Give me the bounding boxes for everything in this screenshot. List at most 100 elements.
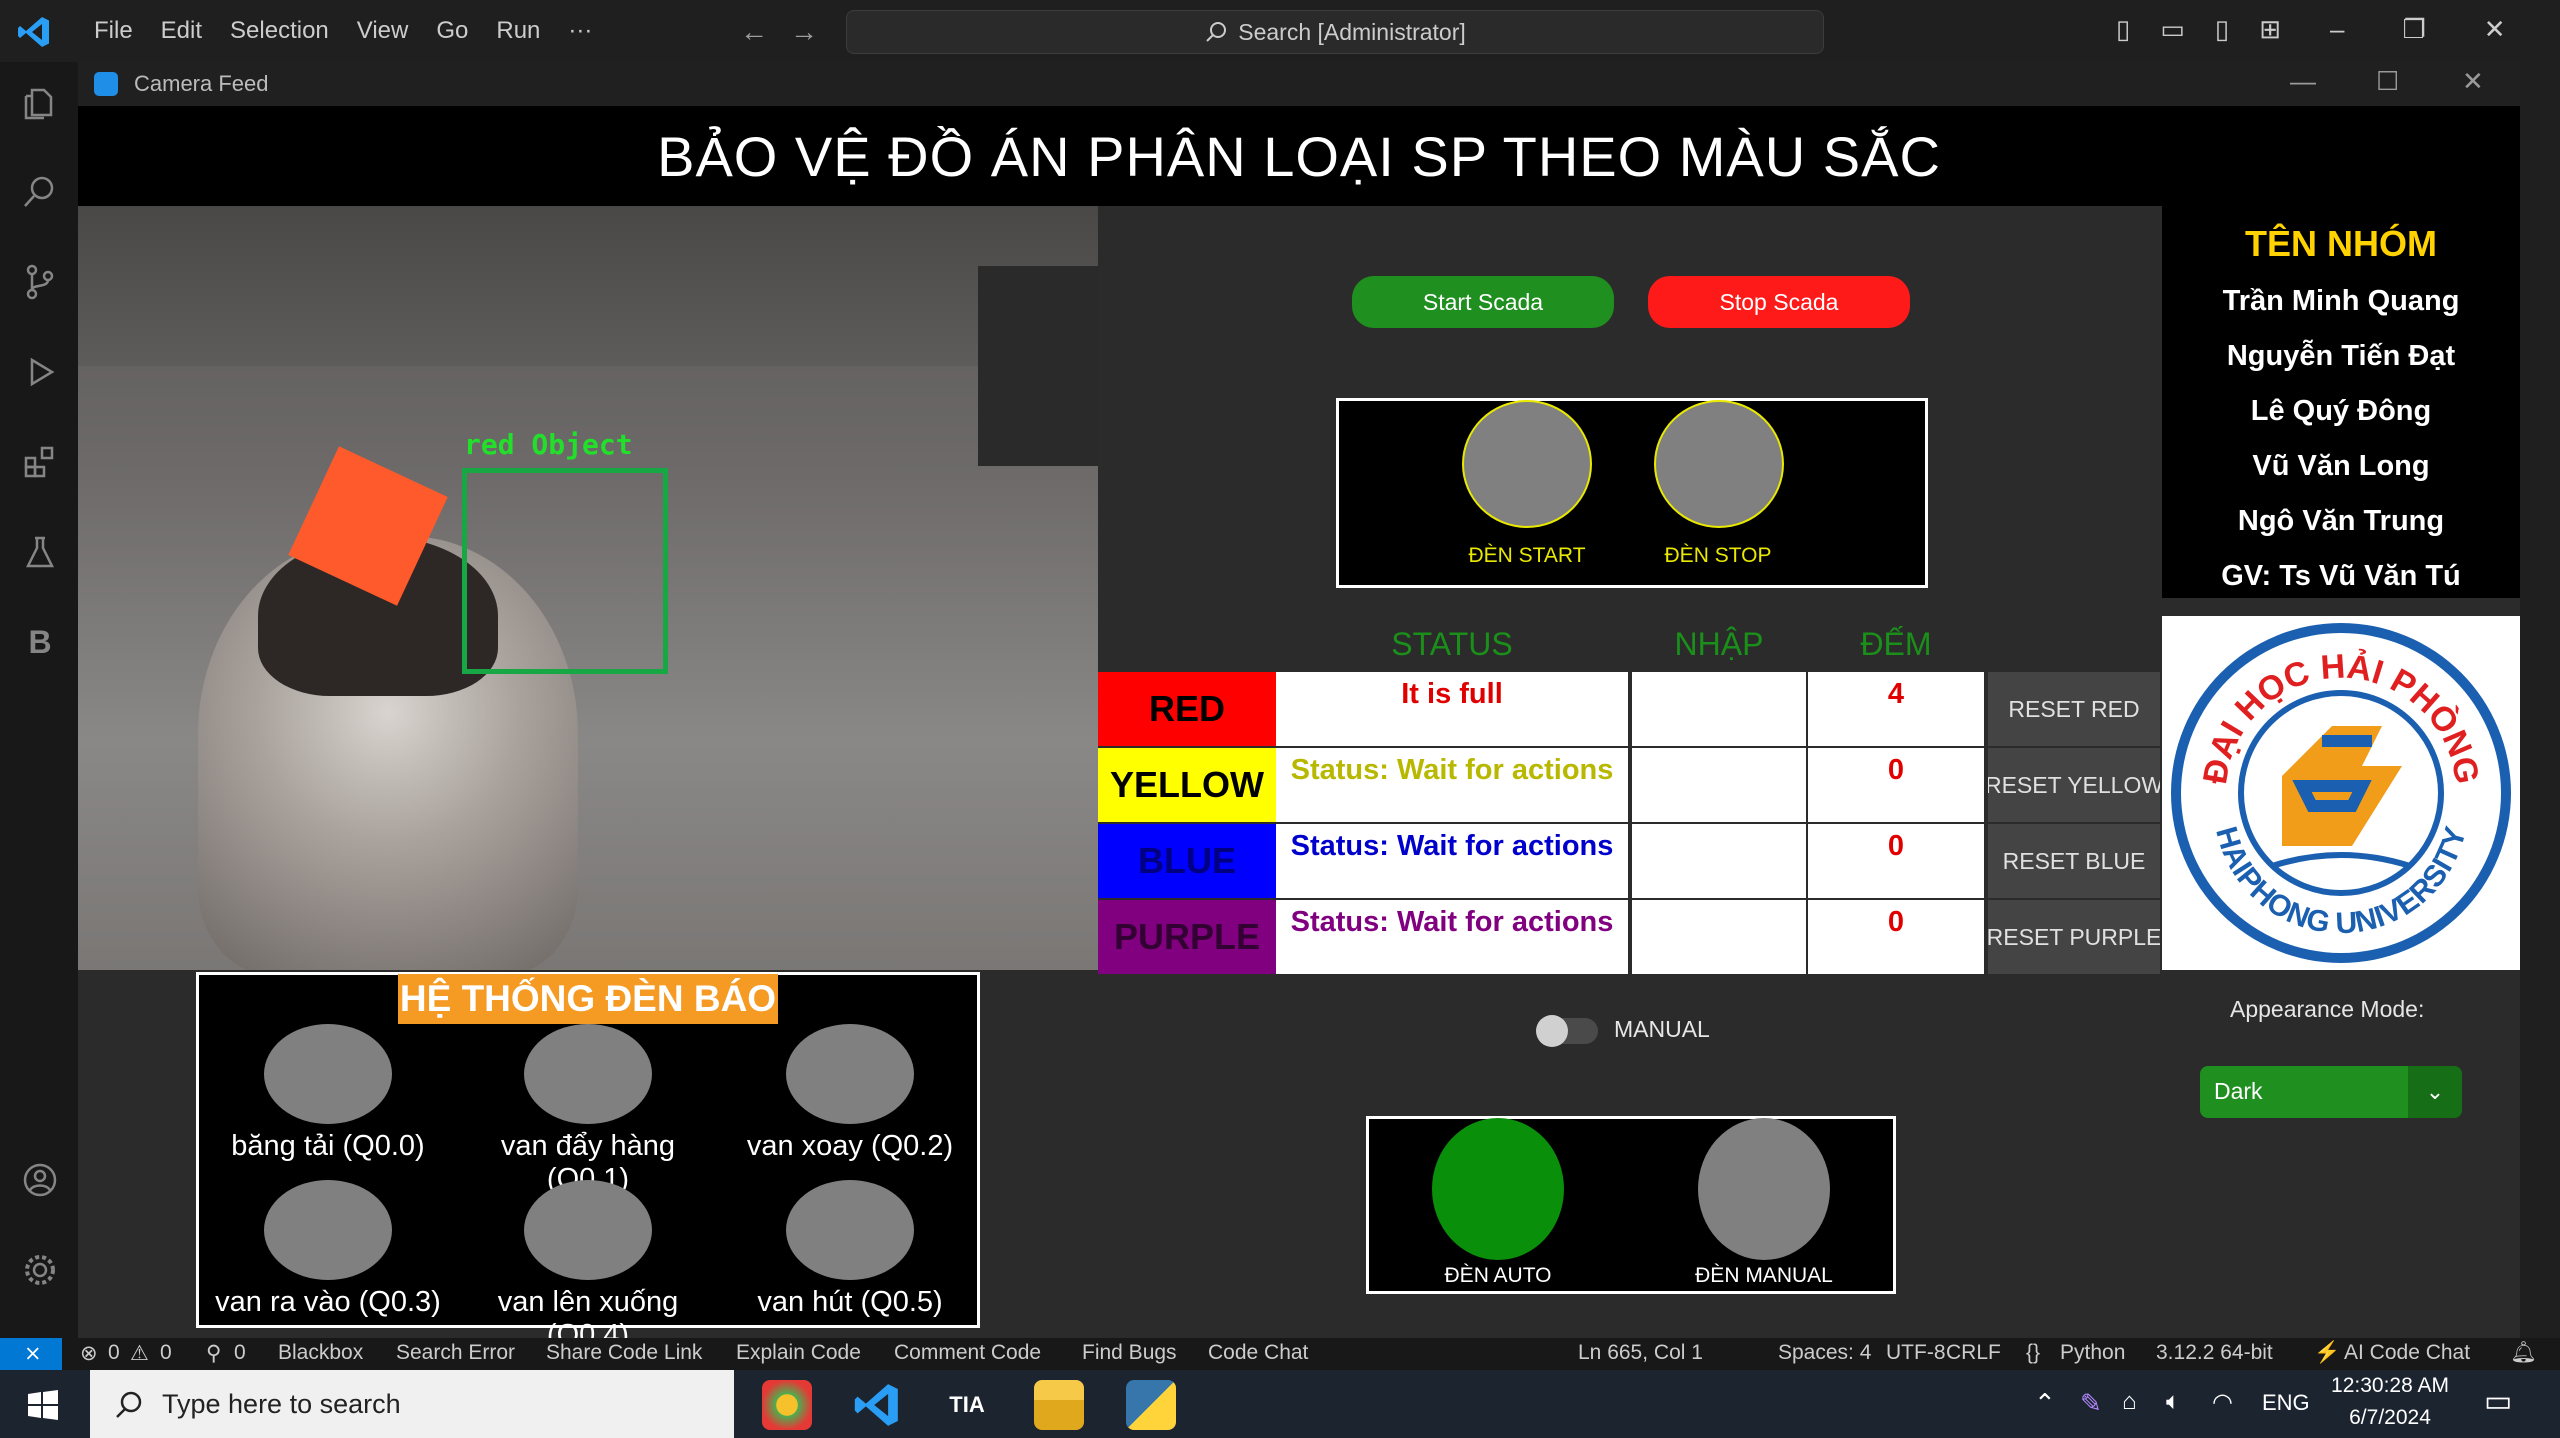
file-explorer-app-icon[interactable] [1034, 1380, 1084, 1430]
customize-layout-icon[interactable]: ⊞ [2259, 14, 2281, 45]
row-color-purple: PURPLE [1098, 900, 1276, 974]
reset-yellow-button[interactable]: RESET YELLOW [1988, 748, 2160, 822]
menu-selection[interactable]: Selection [216, 17, 343, 45]
vscode-app-icon[interactable] [852, 1380, 902, 1430]
taskbar-search-box[interactable]: Type here to search [90, 1370, 734, 1438]
search-icon[interactable] [22, 174, 58, 210]
in-out-valve-lamp-label: van ra vào (Q0.3) [215, 1286, 441, 1318]
start-lamp [1462, 400, 1592, 528]
restore-icon[interactable]: ❐ [2402, 14, 2425, 45]
app-window-icon [94, 72, 118, 96]
menu-view[interactable]: View [343, 17, 423, 45]
chrome-app-icon[interactable] [762, 1380, 812, 1430]
statusbar-explain-code[interactable]: Explain Code [736, 1341, 861, 1365]
show-hidden-icons-icon[interactable]: ⌃ [2034, 1388, 2056, 1419]
camera-ceiling [78, 206, 1098, 366]
pen-icon[interactable]: ✎ [2080, 1388, 2102, 1419]
testing-icon[interactable] [22, 534, 58, 570]
start-scada-button[interactable]: Start Scada [1352, 276, 1614, 328]
menu-run[interactable]: Run [482, 17, 554, 45]
app-title: BẢO VỆ ĐỒ ÁN PHÂN LOẠI SP THEO MÀU SẮC [657, 124, 1941, 188]
menu-go[interactable]: Go [422, 17, 482, 45]
account-icon[interactable] [22, 1162, 58, 1198]
source-control-icon[interactable] [22, 264, 58, 300]
error-count[interactable]: 0 [108, 1341, 120, 1365]
row-color-blue: BLUE [1098, 824, 1276, 898]
forward-icon[interactable]: → [790, 16, 840, 47]
vscode-statusbar: ⨯ ⊗ 0 ⚠ 0 ⚲ 0 Blackbox Search Error Shar… [0, 1338, 2560, 1370]
statusbar-search-error[interactable]: Search Error [396, 1341, 515, 1365]
language-mode[interactable]: Python [2060, 1341, 2125, 1365]
close-icon[interactable]: ✕ [2484, 14, 2506, 45]
back-icon[interactable]: ← [740, 16, 790, 47]
end-of-line[interactable]: CRLF [1946, 1341, 2001, 1365]
volume-icon[interactable]: 🔈︎ [2166, 1388, 2180, 1416]
clock-time[interactable]: 12:30:28 AM [2330, 1374, 2450, 1398]
wifi-icon[interactable]: ◠ [2212, 1388, 2233, 1417]
detection-label: red Object [464, 428, 633, 461]
statusbar-share-code-link[interactable]: Share Code Link [546, 1341, 702, 1365]
university-logo: ĐẠI HỌC HẢI PHÒNG HAIPHONG UNIVERSITY [2162, 616, 2520, 970]
tia-portal-app-icon[interactable]: TIA [942, 1380, 992, 1430]
statusbar-comment-code[interactable]: Comment Code [894, 1341, 1041, 1365]
explorer-icon[interactable] [22, 86, 58, 122]
window-controls: – ❐ ✕ [2330, 14, 2506, 45]
suction-valve-lamp [786, 1180, 914, 1280]
row-input-red[interactable] [1632, 672, 1806, 746]
notification-center-icon[interactable]: ▭ [2484, 1384, 2512, 1419]
member-name: Ngô Văn Trung [2237, 505, 2445, 537]
chevron-down-icon[interactable]: ⌄ [2408, 1066, 2462, 1118]
network-icon[interactable]: ⌂ [2122, 1388, 2137, 1416]
extensions-icon[interactable] [22, 444, 58, 480]
menu-file[interactable]: File [80, 17, 147, 45]
toggle-secondary-sidebar-icon[interactable]: ▯ [2215, 14, 2229, 45]
stop-scada-button[interactable]: Stop Scada [1648, 276, 1910, 328]
appearance-select[interactable]: Dark ⌄ [2200, 1066, 2462, 1118]
menu-edit[interactable]: Edit [147, 17, 216, 45]
row-input-yellow[interactable] [1632, 748, 1806, 822]
menu-more[interactable]: ··· [554, 17, 606, 45]
notifications-bell-icon[interactable]: 🔔︎ [2510, 1341, 2537, 1365]
window-close-icon[interactable]: ✕ [2462, 66, 2484, 97]
detection-box [462, 468, 668, 674]
toggle-sidebar-icon[interactable]: ▯ [2116, 14, 2130, 45]
vscode-logo-icon[interactable] [16, 14, 52, 50]
encoding[interactable]: UTF-8 [1886, 1341, 1946, 1365]
row-input-blue[interactable] [1632, 824, 1806, 898]
clock-date[interactable]: 6/7/2024 [2330, 1406, 2450, 1430]
row-input-purple[interactable] [1632, 900, 1806, 974]
statusbar-find-bugs[interactable]: Find Bugs [1082, 1341, 1177, 1365]
settings-gear-icon[interactable] [22, 1252, 58, 1288]
row-count-yellow: 0 [1808, 748, 1984, 822]
windows-start-icon[interactable] [28, 1390, 58, 1420]
statusbar-code-chat[interactable]: Code Chat [1208, 1341, 1308, 1365]
command-search-box[interactable]: Search [Administrator] [846, 10, 1824, 54]
statusbar-blackbox[interactable]: Blackbox [278, 1341, 363, 1365]
reset-red-button[interactable]: RESET RED [1988, 672, 2160, 746]
warning-count[interactable]: 0 [160, 1341, 172, 1365]
start-lamp-label: ĐÈN START [1468, 544, 1586, 567]
ports-icon[interactable]: ⚲ [206, 1341, 221, 1366]
toggle-panel-icon[interactable]: ▭ [2160, 14, 2185, 45]
minimize-icon[interactable]: – [2330, 14, 2344, 45]
reset-blue-button[interactable]: RESET BLUE [1988, 824, 2160, 898]
python-app-icon[interactable] [1126, 1380, 1176, 1430]
braces-icon: {} [2026, 1341, 2041, 1364]
warning-icon[interactable]: ⚠ [130, 1341, 149, 1366]
camera-feed-window-titlebar: Camera Feed [78, 62, 2520, 106]
manual-lamp [1698, 1118, 1830, 1260]
ai-code-chat[interactable]: AI Code Chat [2344, 1341, 2470, 1365]
manual-switch[interactable] [1536, 1015, 1598, 1047]
reset-purple-button[interactable]: RESET PURPLE [1988, 900, 2160, 974]
cursor-position[interactable]: Ln 665, Col 1 [1578, 1341, 1703, 1365]
run-debug-icon[interactable] [22, 354, 58, 390]
window-minimize-icon[interactable]: — [2290, 66, 2316, 97]
input-language[interactable]: ENG [2262, 1390, 2310, 1416]
error-icon[interactable]: ⊗ [80, 1341, 98, 1366]
blackbox-icon[interactable]: B [22, 624, 58, 660]
ports-count[interactable]: 0 [234, 1341, 246, 1365]
indentation[interactable]: Spaces: 4 [1778, 1341, 1871, 1365]
window-maximize-icon[interactable]: ☐ [2376, 66, 2399, 97]
search-icon [116, 1391, 142, 1418]
python-version[interactable]: 3.12.2 64-bit [2156, 1341, 2273, 1365]
